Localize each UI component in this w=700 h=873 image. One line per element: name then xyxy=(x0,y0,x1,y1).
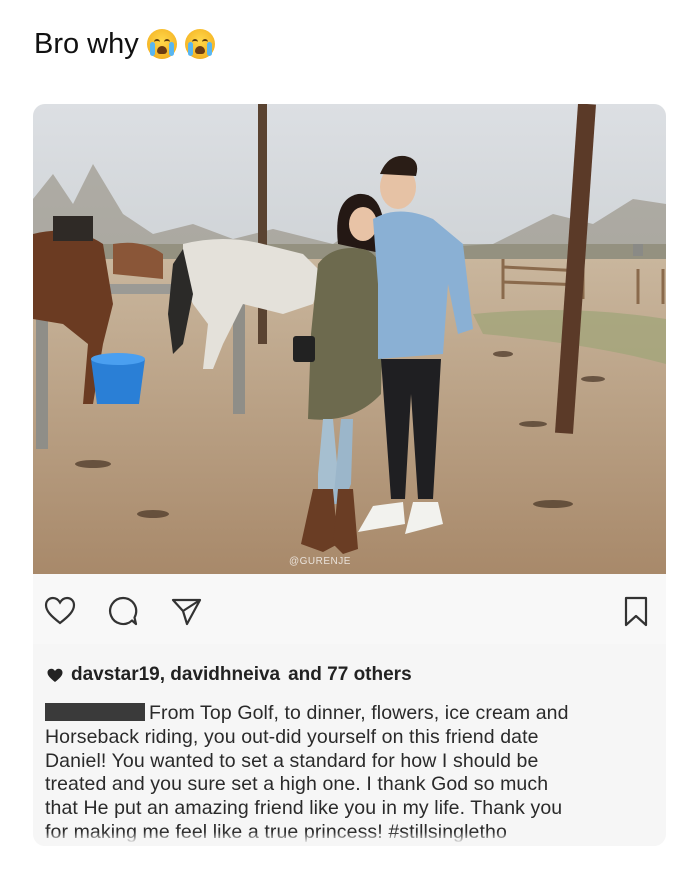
post-caption-body: From Top Golf, to dinner, flowers, ice c… xyxy=(45,702,655,845)
post-caption: Bro why xyxy=(34,26,215,62)
heart-icon[interactable] xyxy=(43,594,77,628)
crying-face-emoji xyxy=(146,29,177,59)
post-photo xyxy=(33,104,666,574)
caption-line: Horseback riding, you out-did yourself o… xyxy=(45,725,539,748)
liked-by-users[interactable]: davstar19, davidhneiva xyxy=(71,664,280,686)
small-heart-icon xyxy=(47,668,63,682)
likes-line: davstar19, davidhneiva and 77 others xyxy=(47,664,412,686)
redacted-username xyxy=(45,703,145,721)
share-icon[interactable] xyxy=(169,594,203,628)
post-actions-bar xyxy=(33,574,666,644)
instagram-post-screenshot: @GURENJE davstar19, davidhneiva and 77 o… xyxy=(33,104,666,846)
liked-others-count[interactable]: and 77 others xyxy=(288,664,412,686)
bookmark-icon[interactable] xyxy=(619,594,653,628)
comment-icon[interactable] xyxy=(106,594,140,628)
caption-line: Daniel! You wanted to set a standard for… xyxy=(45,749,539,772)
post-caption-text: Bro why xyxy=(34,28,139,60)
caption-line: that He put an amazing friend like you i… xyxy=(45,797,563,820)
crop-fade xyxy=(33,832,666,846)
caption-line: treated and you sure set a high one. I t… xyxy=(45,773,549,796)
photo-watermark: @GURENJE xyxy=(289,556,351,567)
caption-line: From Top Golf, to dinner, flowers, ice c… xyxy=(45,702,655,726)
crying-face-emoji xyxy=(184,29,215,59)
